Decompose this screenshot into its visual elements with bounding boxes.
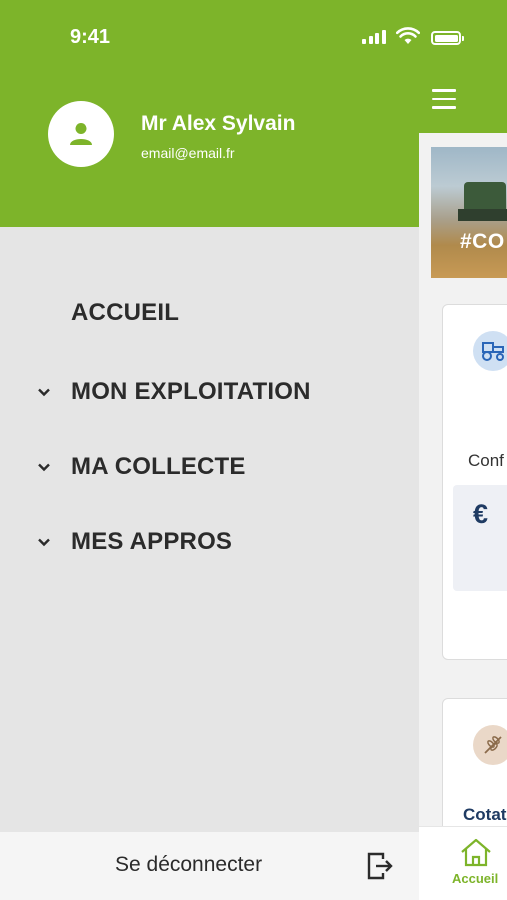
user-name: Mr Alex Sylvain: [141, 112, 296, 135]
status-bar: 9:41: [0, 0, 507, 60]
news-banner[interactable]: #CO: [431, 147, 507, 278]
menu-item-accueil[interactable]: ACCUEIL: [0, 289, 419, 337]
harvester-base: [458, 209, 507, 221]
contracts-card[interactable]: Conf €: [442, 304, 507, 660]
menu-item-ma-collecte[interactable]: MA COLLECTE: [0, 443, 419, 491]
menu-item-label: MES APPROS: [71, 528, 233, 555]
menu-item-mes-appros[interactable]: MES APPROS: [0, 518, 419, 566]
menu-item-label: MON EXPLOITATION: [71, 378, 311, 405]
tractor-icon: [473, 331, 507, 371]
menu-item-label: MA COLLECTE: [71, 453, 246, 480]
chevron-down-icon: [38, 463, 50, 472]
menu-item-mon-exploitation[interactable]: MON EXPLOITATION: [0, 368, 419, 416]
user-email: email@email.fr: [141, 145, 235, 161]
navigation-drawer: Mr Alex Sylvain email@email.fr ACCUEIL M…: [0, 0, 419, 900]
menu-item-label: ACCUEIL: [71, 299, 180, 326]
avatar[interactable]: [48, 101, 114, 167]
chevron-down-icon: [38, 538, 50, 547]
logout-button[interactable]: Se déconnecter: [0, 832, 419, 900]
home-icon: [461, 838, 491, 867]
logout-label: Se déconnecter: [115, 853, 263, 876]
battery-icon: [431, 31, 464, 45]
status-time: 9:41: [70, 26, 111, 48]
cellular-signal-icon: [362, 30, 386, 44]
wheat-icon: [473, 725, 507, 765]
card-title: Cotat: [463, 805, 507, 824]
logout-icon: [367, 852, 393, 880]
wifi-icon: [396, 27, 420, 44]
euro-icon: €: [473, 499, 489, 529]
menu-icon[interactable]: [432, 89, 456, 109]
tab-label: Accueil: [452, 871, 499, 886]
chevron-down-icon: [38, 388, 50, 397]
tab-accueil[interactable]: Accueil: [419, 826, 507, 900]
user-icon: [70, 123, 92, 145]
main-screen: #CO Conf € Cotat Accueil: [419, 0, 507, 900]
price-box: €: [453, 485, 507, 591]
banner-text: #CO: [460, 230, 505, 253]
card-title: Conf: [468, 451, 504, 470]
